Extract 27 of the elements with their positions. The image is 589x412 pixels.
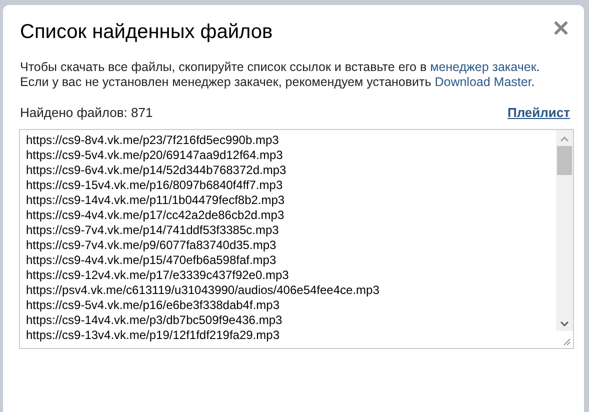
link-line: https://cs9-7v4.vk.me/p9/6077fa83740d35.mp3 — [26, 238, 278, 253]
playlist-link[interactable]: Плейлист — [508, 105, 570, 120]
link-line: https://cs9-5v4.vk.me/p16/e6be3f338dab4f.mp3 — [26, 298, 280, 313]
text-link[interactable]: Download Master — [434, 75, 532, 89]
link-line: https://psv4.vk.me/c613119/u31043990/audios/406e54fee4ce.mp3 — [26, 283, 380, 298]
close-icon — [554, 21, 568, 35]
link-line: https://cs9-13v4.vk.me/p19/12f1fdf219fa29.mp3 — [26, 328, 280, 343]
link-line: https://cs9-5v4.vk.me/p20/69147aa9d12f64.mp3 — [26, 148, 284, 163]
links-text-area[interactable] — [19, 129, 574, 349]
scroll-up-icon[interactable] — [560, 136, 569, 142]
link-line: https://cs9-14v4.vk.me/p3/db7bc509f9e436.mp3 — [26, 313, 284, 328]
close-button[interactable] — [552, 19, 570, 37]
scrollbar-thumb[interactable] — [557, 146, 572, 175]
files-found-count: Найдено файлов: 871 — [20, 105, 153, 120]
text-link[interactable]: менеджер закачек — [430, 60, 536, 74]
dialog-title: Список найденных файлов — [20, 21, 273, 44]
resize-grip-icon[interactable] — [556, 331, 573, 348]
link-line: https://cs9-12v4.vk.me/p17/e3339c437f92e0.mp3 — [26, 268, 290, 283]
link-line: https://cs9-4v4.vk.me/p15/470efb6a598faf.mp3 — [26, 253, 278, 268]
link-line: https://cs9-4v4.vk.me/p17/cc42a2de86cb2d.mp3 — [26, 208, 286, 223]
instructions-text: Чтобы скачать все файлы, скопируйте список ссылок и вставьте его в менеджер закачек. Если у вас не установлен менеджер закачек, рекомендуем установить Download Master. — [20, 60, 541, 90]
link-line: https://cs9-8v4.vk.me/p23/7f216fd5ec990b.mp3 — [26, 133, 280, 148]
link-line: https://cs9-15v4.vk.me/p16/8097b6840f4ff7.mp3 — [26, 178, 284, 193]
link-line: https://cs9-14v4.vk.me/p11/1b04479fecf8b2.mp3 — [26, 193, 286, 208]
scroll-down-icon[interactable] — [560, 321, 569, 327]
link-line: https://cs9-6v4.vk.me/p14/52d344b768372d.mp3 — [26, 163, 288, 178]
link-line: https://cs9-7v4.vk.me/p14/741ddf53f3385c.mp3 — [26, 223, 280, 238]
